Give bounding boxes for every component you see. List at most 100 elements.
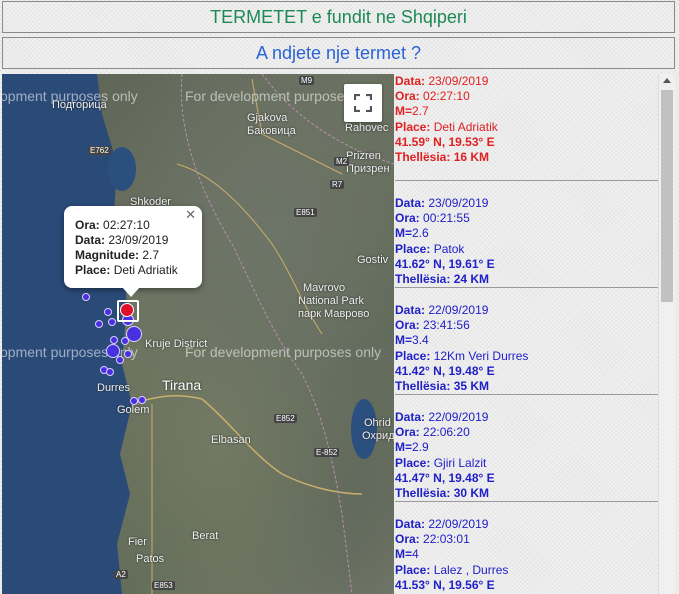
entry-label: Ora:: [395, 318, 420, 333]
entry-magnitude: 2.7: [412, 104, 429, 119]
entry-time-row: Ora: 00:21:55: [395, 211, 658, 226]
place-label: Kruje District: [145, 338, 208, 350]
entry-date: 22/09/2019: [428, 410, 489, 424]
place-label: Berat: [192, 530, 219, 542]
quake-marker[interactable]: [130, 397, 138, 405]
quake-marker[interactable]: [138, 396, 146, 404]
entry-label: Thellësia:: [395, 150, 451, 165]
entry-date-row: Data: 23/09/2019: [395, 196, 658, 211]
fullscreen-button[interactable]: [344, 84, 382, 122]
entry-spacer: [395, 502, 658, 517]
popup-time: 02:27:10: [103, 218, 150, 232]
entry-label: M=: [395, 440, 413, 455]
place-label: парк Маврово: [298, 308, 370, 320]
page-title-text: TERMETET e fundit ne Shqiperi: [210, 6, 467, 27]
earthquake-entry[interactable]: Data: 22/09/2019 Ora: 22:06:20 M=2.9 Place:…: [395, 395, 658, 502]
place-label: Призрен: [346, 163, 390, 175]
page-title: TERMETET e fundit ne Shqiperi: [2, 1, 675, 33]
entry-depth: 30 KM: [453, 486, 490, 501]
quake-marker[interactable]: [124, 350, 132, 358]
road-marker: R7: [330, 180, 345, 189]
entry-label: Thellësia:: [395, 272, 451, 287]
entry-label: Place:: [395, 562, 431, 577]
entry-place-row: Place: Gjiri Lalzit: [395, 456, 658, 471]
popup-magnitude: 2.7: [142, 248, 160, 262]
entry-time: 02:27:10: [423, 89, 470, 104]
earthquake-entry[interactable]: Data: 23/09/2019 Ora: 02:27:10 M=2.7 Place:…: [395, 74, 658, 181]
popup-place: Deti Adriatik: [113, 263, 178, 277]
report-quake-link[interactable]: A ndjete nje termet ?: [2, 37, 675, 69]
entry-label: Place:: [395, 348, 431, 363]
entry-magnitude: 2.9: [412, 440, 429, 455]
road-marker: A2: [114, 570, 128, 579]
entry-magnitude-row: M=2.7: [395, 104, 658, 119]
place-label: National Park: [298, 295, 365, 307]
scrollbar-thumb[interactable]: [661, 90, 673, 302]
entry-label: M=: [395, 333, 413, 348]
vertical-scrollbar[interactable]: [658, 74, 675, 594]
place-label: Rahovec: [345, 122, 389, 134]
entry-depth-row: Thellësia: 30 KM: [395, 486, 658, 501]
entry-label: Ora:: [395, 211, 420, 226]
place-label: Mavrovo: [303, 282, 346, 294]
entry-place: Deti Adriatik: [433, 119, 498, 134]
quake-marker[interactable]: [104, 308, 112, 316]
entry-date: 22/09/2019: [428, 517, 489, 531]
entry-magnitude-row: M=4: [395, 547, 658, 562]
entry-label: Ora:: [395, 532, 420, 547]
entry-label: Data:: [395, 196, 426, 210]
entry-magnitude: 4: [412, 547, 419, 562]
place-label: Prizren: [346, 150, 381, 162]
entry-depth-row: Thellësia: 24 KM: [395, 272, 658, 287]
city-label: Tirana: [162, 377, 202, 393]
place-label: Баковица: [247, 125, 296, 137]
entry-place-row: Place: 12Km Veri Durres: [395, 349, 658, 364]
popup-label: Ora:: [75, 218, 100, 232]
entry-magnitude: 2.6: [412, 226, 429, 241]
entry-spacer: [395, 181, 658, 196]
entry-magnitude-row: M=3.4: [395, 333, 658, 348]
entry-time-row: Ora: 22:06:20: [395, 425, 658, 440]
quake-marker[interactable]: [121, 337, 129, 345]
entry-time-row: Ora: 23:41:56: [395, 318, 658, 333]
road-marker: E762: [88, 146, 111, 155]
entry-magnitude: 3.4: [412, 333, 429, 348]
quake-marker[interactable]: [116, 356, 124, 364]
entry-place: Lalez , Durres: [433, 562, 509, 577]
fullscreen-icon: [354, 94, 372, 112]
entry-label: Data:: [395, 303, 426, 317]
entry-spacer: [395, 288, 658, 303]
entry-date: 22/09/2019: [428, 303, 489, 317]
entry-time: 00:21:55: [423, 211, 470, 226]
entry-date: 23/09/2019: [428, 74, 489, 88]
quake-marker[interactable]: [82, 293, 90, 301]
quake-marker[interactable]: [108, 318, 116, 326]
quake-marker[interactable]: [95, 320, 103, 328]
entry-time: 23:41:56: [423, 318, 470, 333]
quake-marker[interactable]: [106, 368, 114, 376]
popup-label: Data:: [75, 233, 106, 247]
entry-coordinates: 41.53° N, 19.56° E: [395, 577, 495, 592]
earthquake-list[interactable]: Data: 23/09/2019 Ora: 02:27:10 M=2.7 Place:…: [395, 74, 658, 594]
entry-label: Ora:: [395, 425, 420, 440]
road-marker: E852: [274, 414, 297, 423]
earthquake-entry[interactable]: Data: 23/09/2019 Ora: 00:21:55 M=2.6 Place:…: [395, 181, 658, 288]
place-label: Elbasan: [211, 434, 251, 446]
place-label: Подгорица: [52, 99, 107, 111]
entry-label: Thellësia:: [395, 486, 451, 501]
close-icon[interactable]: ✕: [185, 207, 196, 222]
road-marker: E851: [294, 208, 317, 217]
entry-place: Gjiri Lalzit: [433, 455, 487, 470]
entry-label: Ora:: [395, 89, 420, 104]
entry-label: M=: [395, 547, 413, 562]
entry-label: Place:: [395, 241, 431, 256]
scroll-up-icon[interactable]: [663, 78, 671, 83]
earthquake-entry[interactable]: Data: 22/09/2019 Ora: 22:03:01 M=4 Place: L…: [395, 502, 658, 594]
place-label: Durres: [97, 382, 131, 394]
quake-marker[interactable]: [110, 336, 118, 344]
earthquake-map[interactable]: opment purposes only For development pur…: [2, 74, 394, 594]
entry-date-row: Data: 23/09/2019: [395, 74, 658, 89]
earthquake-entry[interactable]: Data: 22/09/2019 Ora: 23:41:56 M=3.4 Place:…: [395, 288, 658, 395]
selected-quake-marker[interactable]: [120, 303, 134, 317]
marker-info-popup: ✕ Ora: 02:27:10 Data: 23/09/2019 Magnitu…: [64, 206, 202, 297]
